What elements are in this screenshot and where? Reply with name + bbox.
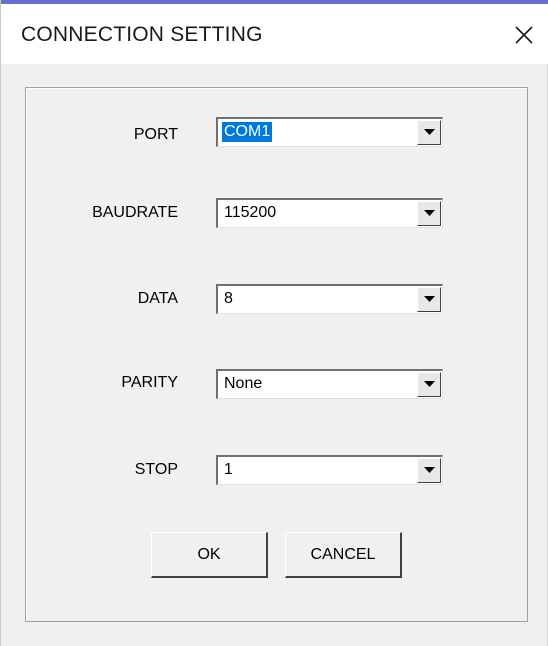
dropdown-arrow-icon xyxy=(423,296,435,302)
port-label: PORT xyxy=(133,126,178,143)
data-value: 8 xyxy=(224,290,233,307)
cancel-button[interactable]: CANCEL xyxy=(285,532,402,578)
ok-button[interactable]: OK xyxy=(151,532,268,578)
port-dropdown-button[interactable] xyxy=(417,120,441,145)
dropdown-arrow-icon xyxy=(423,467,435,473)
parity-value: None xyxy=(224,375,263,392)
dropdown-arrow-icon xyxy=(423,210,435,216)
stop-value: 1 xyxy=(224,461,233,478)
close-icon xyxy=(515,26,533,44)
close-button[interactable] xyxy=(507,18,541,52)
baudrate-dropdown-button[interactable] xyxy=(417,201,441,226)
dropdown-arrow-icon xyxy=(423,129,435,135)
parity-dropdown-button[interactable] xyxy=(417,372,441,397)
baudrate-select[interactable]: 115200 xyxy=(216,198,443,228)
baudrate-value: 115200 xyxy=(224,204,277,221)
connection-setting-dialog: CONNECTION SETTING PORT COM1 BAUDRATE 11… xyxy=(0,0,548,646)
parity-select[interactable]: None xyxy=(216,369,443,399)
parity-label: PARITY xyxy=(121,374,178,391)
port-value: COM1 xyxy=(222,122,273,142)
data-dropdown-button[interactable] xyxy=(417,287,441,312)
data-select[interactable]: 8 xyxy=(216,284,443,314)
title-bar: CONNECTION SETTING xyxy=(1,4,548,64)
dropdown-arrow-icon xyxy=(423,381,435,387)
stop-label: STOP xyxy=(134,461,178,478)
settings-group-panel xyxy=(25,87,528,622)
data-label: DATA xyxy=(137,290,178,307)
baudrate-label: BAUDRATE xyxy=(92,204,178,221)
stop-dropdown-button[interactable] xyxy=(417,458,441,483)
stop-select[interactable]: 1 xyxy=(216,455,443,485)
dialog-title: CONNECTION SETTING xyxy=(21,23,263,46)
port-select[interactable]: COM1 xyxy=(216,117,443,147)
